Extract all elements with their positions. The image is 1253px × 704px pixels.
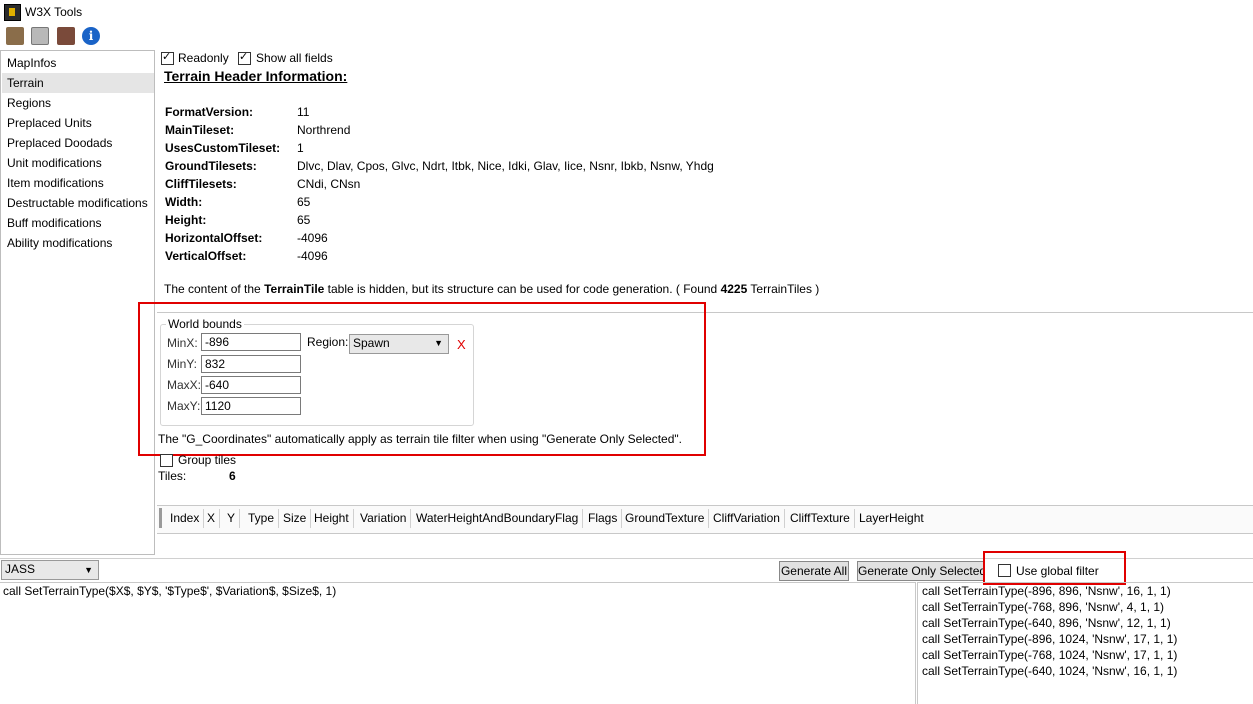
output-line: call SetTerrainType(-896, 1024, 'Nsnw', … xyxy=(922,632,1178,646)
output-line: call SetTerrainType(-768, 1024, 'Nsnw', … xyxy=(922,648,1178,662)
minx-label: MinX: xyxy=(167,336,198,350)
field-name: VerticalOffset: xyxy=(165,249,247,263)
table-column-header[interactable]: WaterHeightAndBoundaryFlag xyxy=(412,509,584,528)
sidebar-item-destructable-modifications[interactable]: Destructable modifications xyxy=(7,194,148,212)
field-value: -4096 xyxy=(297,249,328,263)
field-value: CNdi, CNsn xyxy=(297,177,361,191)
sidebar-item-item-modifications[interactable]: Item modifications xyxy=(7,174,104,192)
field-name: UsesCustomTileset: xyxy=(165,141,281,155)
save-icon[interactable] xyxy=(31,27,49,45)
generate-only-selected-button[interactable]: Generate Only Selected xyxy=(857,561,985,581)
window-title: W3X Tools xyxy=(25,5,83,19)
clear-region-button[interactable]: X xyxy=(457,337,466,352)
show-all-fields-checkbox[interactable] xyxy=(238,50,251,65)
miny-label: MinY: xyxy=(167,357,198,371)
field-value: 11 xyxy=(297,105,310,119)
template-editor[interactable] xyxy=(0,582,916,704)
note-count: 4225 xyxy=(720,282,748,296)
tiles-count: 6 xyxy=(229,469,236,483)
show-all-fields-label: Show all fields xyxy=(256,51,333,65)
sidebar-item-regions[interactable]: Regions xyxy=(7,94,51,112)
note-table-name: TerrainTile xyxy=(264,282,325,296)
readonly-label: Readonly xyxy=(178,51,229,65)
table-column-header[interactable]: Index xyxy=(166,509,205,528)
table-column-header[interactable]: Size xyxy=(279,509,312,528)
sidebar-item-preplaced-doodads[interactable]: Preplaced Doodads xyxy=(7,134,112,152)
table-column-header[interactable]: Type xyxy=(244,509,280,528)
field-name: Height: xyxy=(165,213,207,227)
generate-all-button[interactable]: Generate All xyxy=(779,561,849,581)
readonly-checkbox[interactable] xyxy=(161,50,174,65)
output-line: call SetTerrainType(-768, 896, 'Nsnw', 4… xyxy=(922,600,1165,614)
table-column-header[interactable]: CliffTexture xyxy=(786,509,855,528)
terrain-table-note: The content of the TerrainTile table is … xyxy=(164,282,819,296)
field-name: Width: xyxy=(165,195,203,209)
info-icon[interactable]: i xyxy=(82,27,100,45)
field-name: FormatVersion: xyxy=(165,105,254,119)
output-line: call SetTerrainType(-896, 896, 'Nsnw', 1… xyxy=(922,584,1171,598)
region-label: Region: xyxy=(307,335,349,349)
minx-input[interactable]: -896 xyxy=(201,333,301,351)
field-value: Northrend xyxy=(297,123,351,137)
chevron-down-icon: ▼ xyxy=(84,565,93,575)
region-select[interactable]: Spawn ▼ xyxy=(349,334,449,354)
field-value: 65 xyxy=(297,213,311,227)
table-column-header[interactable]: Y xyxy=(223,509,241,528)
language-selected-value: JASS xyxy=(5,562,36,576)
sidebar-item-terrain[interactable]: Terrain xyxy=(7,74,44,92)
maxy-label: MaxY: xyxy=(167,399,201,413)
world-bounds-title: World bounds xyxy=(166,317,244,331)
field-name: GroundTilesets: xyxy=(165,159,257,173)
field-name: MainTileset: xyxy=(165,123,235,137)
template-code: call SetTerrainType($X$, $Y$, '$Type$', … xyxy=(3,584,337,598)
export-icon[interactable] xyxy=(57,27,75,45)
world-bounds-hint: The "G_Coordinates" automatically apply … xyxy=(158,432,682,446)
table-column-header[interactable]: X xyxy=(203,509,221,528)
sidebar-item-unit-modifications[interactable]: Unit modifications xyxy=(7,154,102,172)
table-column-header[interactable]: Flags xyxy=(584,509,623,528)
maxy-input[interactable]: 1120 xyxy=(201,397,301,415)
field-name: HorizontalOffset: xyxy=(165,231,263,245)
region-selected-value: Spawn xyxy=(353,336,390,350)
table-column-header[interactable]: GroundTexture xyxy=(621,509,710,528)
group-tiles-checkbox[interactable] xyxy=(160,454,173,467)
field-value: Dlvc, Dlav, Cpos, Glvc, Ndrt, Itbk, Nice… xyxy=(297,159,714,173)
table-column-header[interactable]: CliffVariation xyxy=(709,509,785,528)
table-column-header[interactable]: Height xyxy=(310,509,354,528)
note-text: TerrainTiles ) xyxy=(747,282,820,296)
group-tiles-label: Group tiles xyxy=(178,453,237,467)
use-global-filter-label: Use global filter xyxy=(1016,564,1099,578)
field-value: 1 xyxy=(297,141,304,155)
field-value: 65 xyxy=(297,195,311,209)
table-row-header xyxy=(159,508,162,528)
open-map-icon[interactable] xyxy=(6,27,24,45)
maxx-input[interactable]: -640 xyxy=(201,376,301,394)
toolbar: i xyxy=(0,25,1253,49)
tiles-count-label: Tiles: xyxy=(158,469,187,483)
sidebar-item-preplaced-units[interactable]: Preplaced Units xyxy=(7,114,92,132)
chevron-down-icon: ▼ xyxy=(434,338,443,348)
use-global-filter-checkbox[interactable] xyxy=(998,564,1011,577)
title-bar xyxy=(0,0,1253,24)
field-name: CliffTilesets: xyxy=(165,177,237,191)
app-icon xyxy=(4,4,21,21)
page-title: Terrain Header Information: xyxy=(164,68,348,84)
sidebar: MapInfos Terrain Regions Preplaced Units… xyxy=(0,50,155,555)
output-line: call SetTerrainType(-640, 896, 'Nsnw', 1… xyxy=(922,616,1171,630)
field-value: -4096 xyxy=(297,231,328,245)
sidebar-item-ability-modifications[interactable]: Ability modifications xyxy=(7,234,112,252)
output-line: call SetTerrainType(-640, 1024, 'Nsnw', … xyxy=(922,664,1178,678)
miny-input[interactable]: 832 xyxy=(201,355,301,373)
table-column-header[interactable]: LayerHeight xyxy=(855,509,928,528)
table-column-header[interactable]: Variation xyxy=(356,509,412,528)
sidebar-item-mapinfos[interactable]: MapInfos xyxy=(7,54,56,72)
maxx-label: MaxX: xyxy=(167,378,202,392)
sidebar-item-buff-modifications[interactable]: Buff modifications xyxy=(7,214,102,232)
note-text: table is hidden, but its structure can b… xyxy=(324,282,721,296)
note-text: The content of the xyxy=(164,282,265,296)
language-select[interactable]: JASS ▼ xyxy=(1,560,99,580)
